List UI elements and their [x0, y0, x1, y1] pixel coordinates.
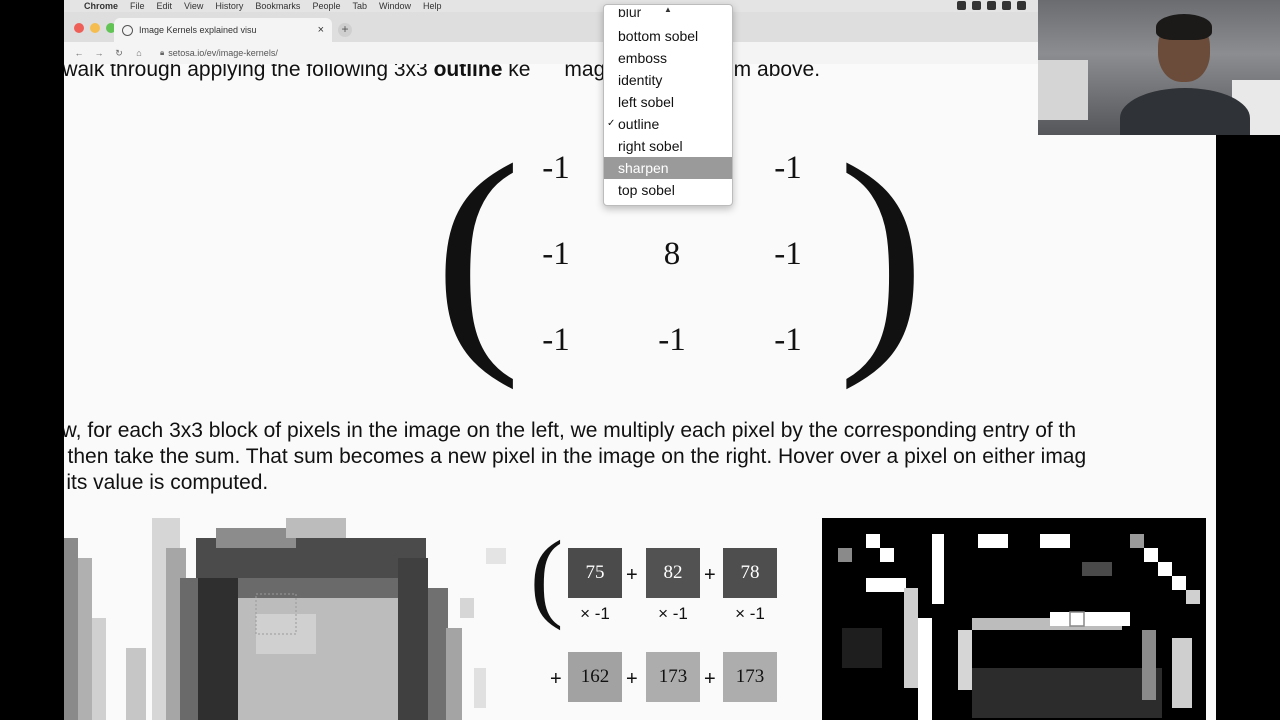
multiplier: × -1 [580, 604, 610, 623]
dropdown-option-sharpen[interactable]: sharpen [604, 157, 732, 179]
dropdown-option-left-sobel[interactable]: left sobel [604, 91, 732, 113]
menu-view[interactable]: View [184, 1, 203, 11]
multiplier: × -1 [735, 604, 765, 623]
matrix-cell[interactable]: -1 [526, 150, 586, 187]
status-icons [957, 1, 1026, 10]
pixel-value-box[interactable]: 75 [568, 548, 622, 598]
plus-sign: + [704, 668, 716, 690]
plus-sign: + [626, 564, 638, 586]
matrix-cell[interactable]: -1 [758, 322, 818, 359]
webcam-overlay [1038, 0, 1280, 135]
matrix-cell[interactable]: 8 [642, 236, 702, 273]
matrix-cell[interactable]: -1 [758, 236, 818, 273]
pixel-value: 173 [735, 666, 765, 687]
wifi-icon[interactable] [1017, 1, 1026, 10]
back-icon[interactable]: ← [74, 48, 84, 59]
input-image[interactable] [64, 518, 516, 720]
output-image[interactable] [822, 518, 1206, 720]
forward-icon[interactable]: → [94, 48, 104, 59]
menu-edit[interactable]: Edit [157, 1, 173, 11]
pixel-value-box[interactable]: 82 [646, 548, 700, 598]
menu-tab[interactable]: Tab [352, 1, 367, 11]
para-line: d then take the sum. That sum becomes a … [64, 445, 1087, 468]
pixel-value: 75 [585, 562, 605, 583]
lock-icon: 🔒︎ [160, 48, 165, 57]
pixel-value: 82 [663, 562, 683, 583]
close-tab-icon[interactable]: × [318, 24, 324, 36]
option-label: outline [618, 116, 660, 132]
left-paren: ( [433, 114, 522, 391]
close-window-icon[interactable] [74, 23, 84, 33]
plus-sign: + [550, 668, 562, 690]
dropdown-option-right-sobel[interactable]: right sobel [604, 135, 732, 157]
pixel-value-box[interactable]: 78 [723, 548, 777, 598]
dropdown-option-partial[interactable]: blur [618, 9, 641, 19]
background-window [1038, 60, 1088, 120]
matrix-cell[interactable]: -1 [758, 150, 818, 187]
tab-title: Image Kernels explained visu [139, 25, 257, 35]
calc-left-paren: ( [530, 520, 564, 631]
pixel-value: 162 [580, 666, 610, 687]
menu-chrome[interactable]: Chrome [84, 1, 118, 11]
checkmark-icon: ✓ [607, 118, 616, 129]
pixel-value-box[interactable]: 173 [646, 652, 700, 702]
minimize-window-icon[interactable] [90, 23, 100, 33]
matrix-cell[interactable]: -1 [526, 236, 586, 273]
kernel-select-dropdown[interactable]: ▲ blur bottom sobel emboss identity left… [603, 4, 733, 206]
plus-sign: + [626, 668, 638, 690]
status-icon[interactable] [1002, 1, 1011, 10]
status-icon[interactable] [987, 1, 996, 10]
status-icon[interactable] [972, 1, 981, 10]
para-line: ow, for each 3x3 block of pixels in the … [64, 419, 1077, 442]
dropdown-option-outline[interactable]: ✓ outline [604, 113, 732, 135]
menu-people[interactable]: People [312, 1, 340, 11]
window-controls [74, 23, 116, 33]
person-hair [1156, 14, 1212, 40]
pixel-value: 173 [658, 666, 688, 687]
status-icon[interactable] [957, 1, 966, 10]
multiplier: × -1 [658, 604, 688, 623]
browser-tab[interactable]: Image Kernels explained visu × [114, 18, 332, 42]
right-paren: ) [837, 114, 926, 391]
reload-icon[interactable]: ↻ [114, 48, 124, 59]
explanation-paragraph: ow, for each 3x3 block of pixels in the … [64, 418, 1210, 496]
menu-bookmarks[interactable]: Bookmarks [255, 1, 300, 11]
menu-history[interactable]: History [215, 1, 243, 11]
matrix-cell[interactable]: -1 [642, 322, 702, 359]
matrix-cell[interactable]: -1 [526, 322, 586, 359]
pixel-value: 78 [740, 562, 760, 583]
apple-icon[interactable] [68, 1, 78, 11]
plus-sign: + [704, 564, 716, 586]
home-icon[interactable]: ⌂ [134, 48, 144, 59]
menu-file[interactable]: File [130, 1, 145, 11]
dropdown-option-top-sobel[interactable]: top sobel [604, 179, 732, 201]
menu-window[interactable]: Window [379, 1, 411, 11]
favicon-icon [122, 24, 133, 36]
pixel-value-box[interactable]: 173 [723, 652, 777, 702]
address-bar[interactable]: setosa.io/ev/image-kernels/ [168, 48, 278, 58]
dropdown-option-emboss[interactable]: emboss [604, 47, 732, 69]
person-body [1120, 88, 1250, 135]
scroll-up-arrow-icon[interactable]: ▲ [664, 5, 672, 14]
dropdown-option-identity[interactable]: identity [604, 69, 732, 91]
dropdown-option-bottom-sobel[interactable]: bottom sobel [604, 25, 732, 47]
new-tab-button[interactable]: + [338, 23, 352, 37]
menu-help[interactable]: Help [423, 1, 442, 11]
pixel-value-box[interactable]: 162 [568, 652, 622, 702]
para-line: v its value is computed. [64, 471, 269, 494]
